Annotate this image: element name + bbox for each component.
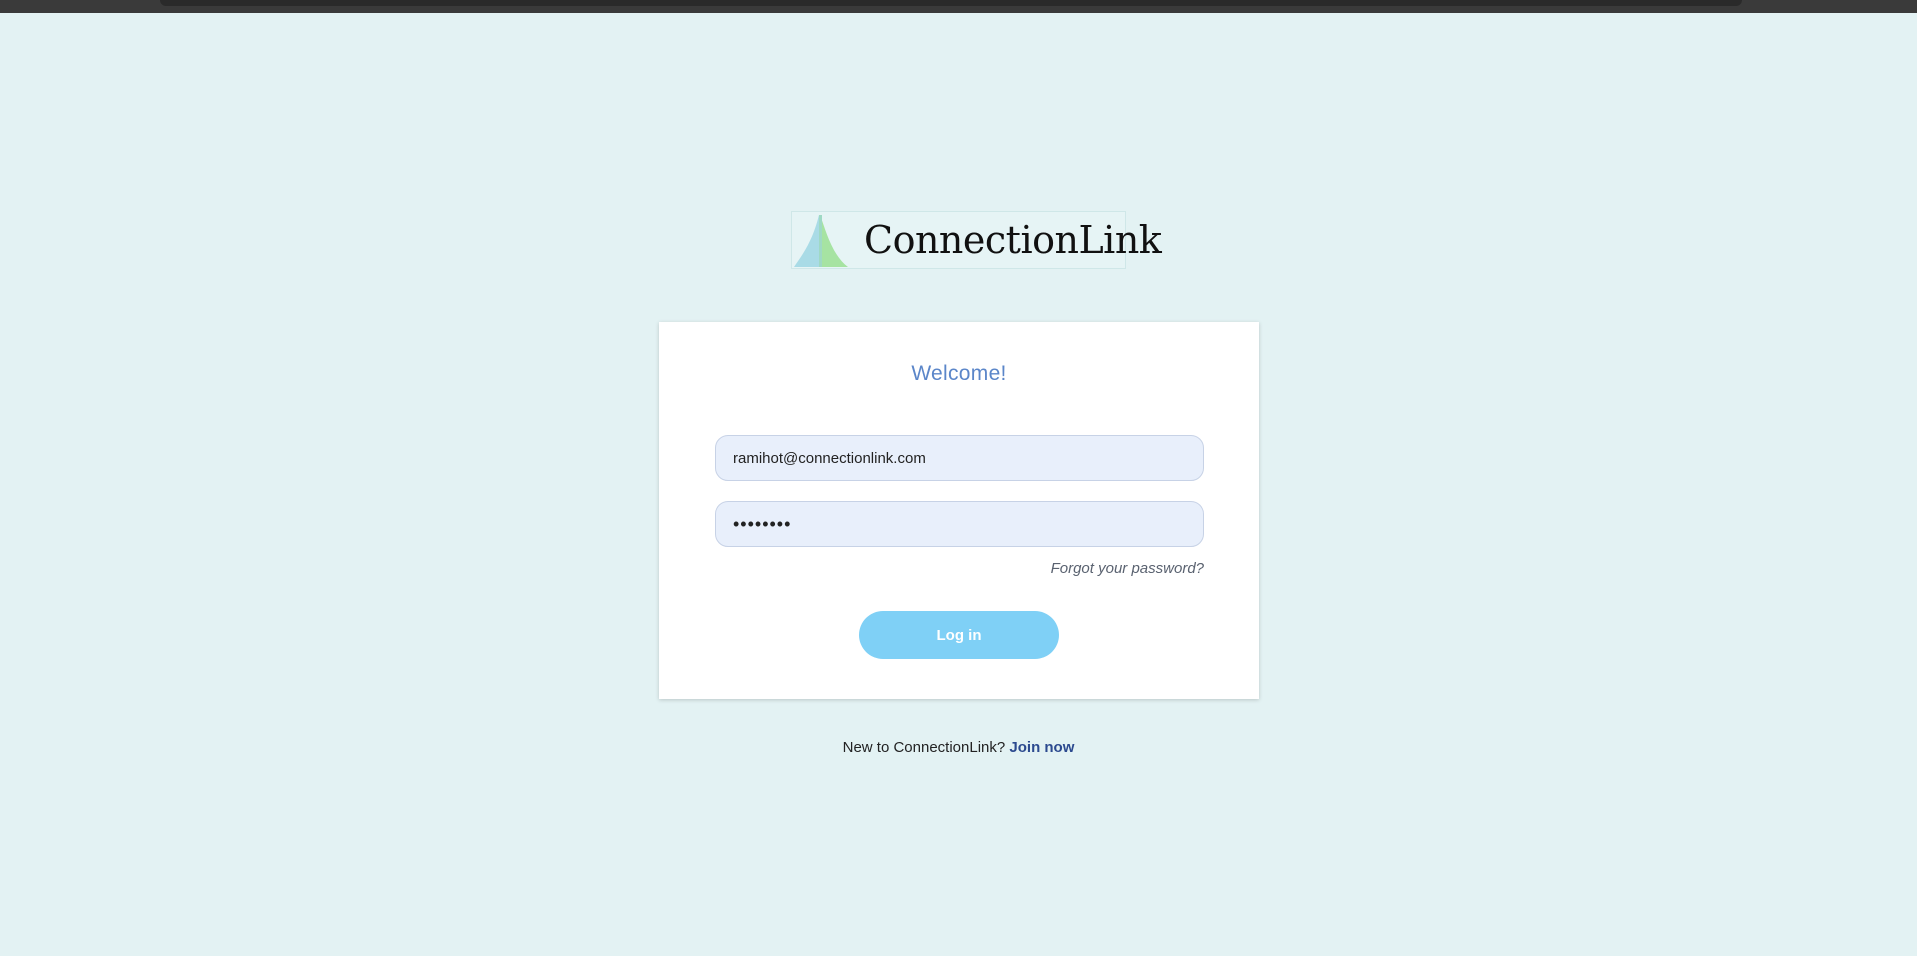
password-field[interactable] (715, 501, 1204, 547)
forgot-password-link[interactable]: Forgot your password? (1051, 560, 1204, 577)
login-card: Welcome! Forgot your password? Log in (659, 322, 1259, 699)
signup-prompt-row: New to ConnectionLink? Join now (0, 739, 1917, 756)
connectionlink-logo-icon (792, 211, 850, 269)
join-now-link[interactable]: Join now (1009, 739, 1074, 756)
brand-name: ConnectionLink (864, 218, 1162, 262)
signup-prompt: New to ConnectionLink? (842, 739, 1006, 756)
browser-top-bar-inner (160, 0, 1742, 6)
browser-top-bar (0, 0, 1917, 13)
brand-logo: ConnectionLink (791, 211, 1162, 269)
login-heading: Welcome! (911, 362, 1007, 385)
email-field[interactable] (715, 435, 1204, 481)
login-button[interactable]: Log in (859, 611, 1059, 659)
